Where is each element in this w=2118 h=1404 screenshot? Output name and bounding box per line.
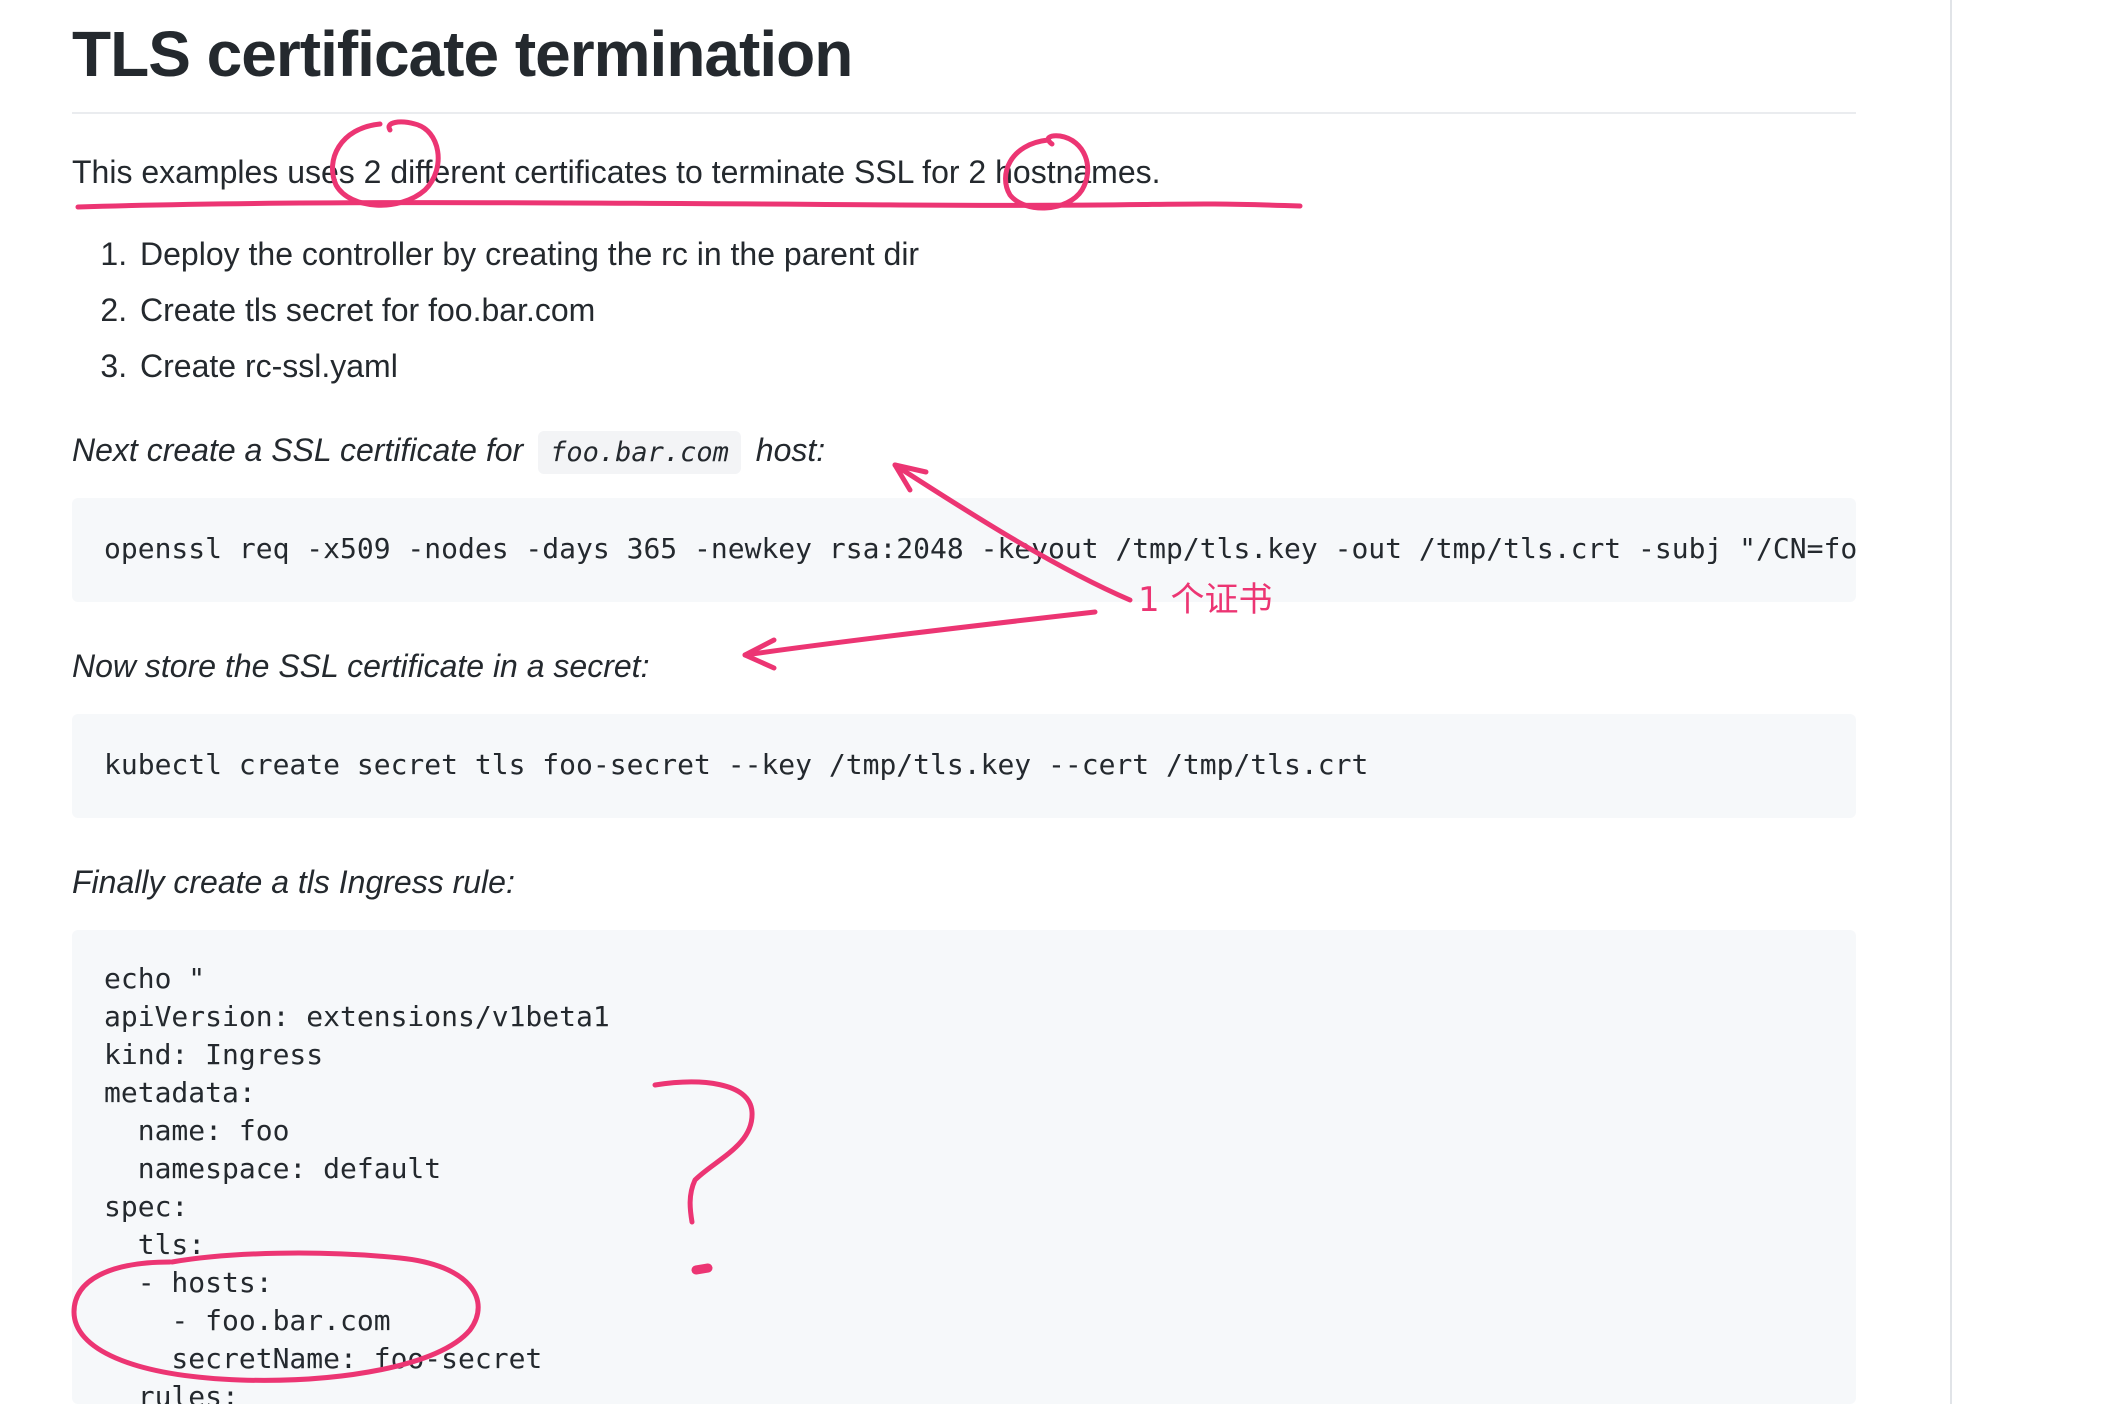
code-block-ingress-yaml[interactable]: echo " apiVersion: extensions/v1beta1 ki… — [72, 930, 1856, 1404]
ssl-heading: Next create a SSL certificate for foo.ba… — [72, 428, 825, 475]
code-text: kubectl create secret tls foo-secret --k… — [104, 748, 1369, 781]
ingress-heading: Finally create a tls Ingress rule: — [72, 864, 515, 900]
list-item: Create rc-ssl.yaml — [136, 338, 919, 394]
annotation-note: 1 个证书 — [1138, 580, 1273, 620]
code-block-kubectl[interactable]: kubectl create secret tls foo-secret --k… — [72, 714, 1856, 818]
intro-underline — [75, 200, 1303, 210]
inline-code-host: foo.bar.com — [538, 431, 741, 474]
page: TLS certificate termination This example… — [0, 0, 2118, 1404]
arrow-head — [892, 462, 929, 493]
right-divider — [1950, 0, 1952, 1404]
ssl-heading-suffix: host: — [755, 432, 826, 468]
list-item: Deploy the controller by creating the rc… — [136, 226, 919, 282]
arrow-annotation — [742, 609, 1098, 658]
code-text: openssl req -x509 -nodes -days 365 -newk… — [104, 532, 1856, 565]
ssl-heading-text: Next create a SSL certificate for — [72, 432, 524, 468]
title-divider — [72, 112, 1856, 114]
steps-list: Deploy the controller by creating the rc… — [72, 226, 919, 394]
store-heading: Now store the SSL certificate in a secre… — [72, 648, 650, 684]
code-block-openssl[interactable]: openssl req -x509 -nodes -days 365 -newk… — [72, 498, 1856, 602]
arrow-head — [742, 637, 777, 671]
intro-paragraph: This examples uses 2 different certifica… — [72, 154, 1161, 190]
list-item: Create tls secret for foo.bar.com — [136, 282, 919, 338]
code-text: echo " apiVersion: extensions/v1beta1 ki… — [104, 962, 610, 1404]
page-title: TLS certificate termination — [72, 18, 853, 90]
